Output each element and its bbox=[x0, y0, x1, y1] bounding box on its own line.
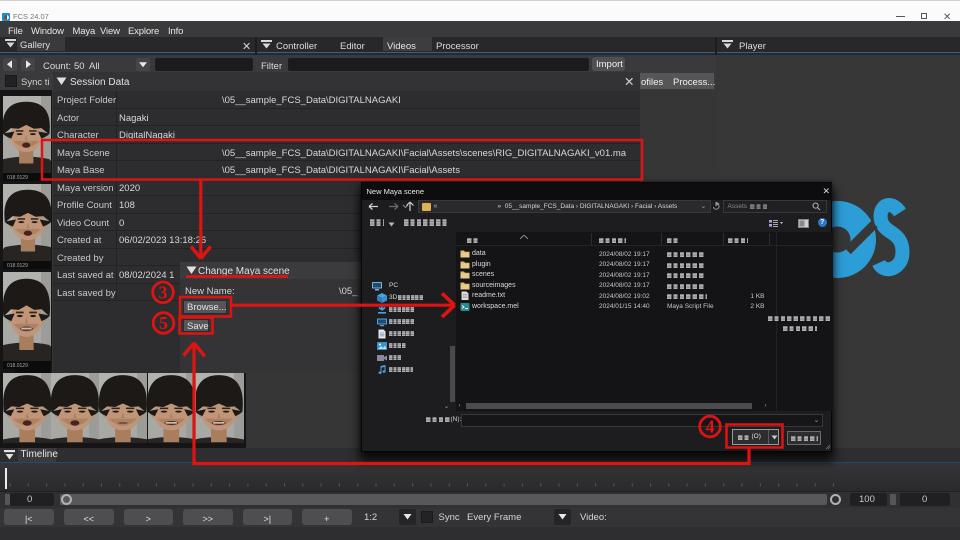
svg-text:4: 4 bbox=[706, 417, 715, 437]
svg-text:5: 5 bbox=[159, 313, 168, 333]
svg-text:3: 3 bbox=[159, 283, 168, 303]
